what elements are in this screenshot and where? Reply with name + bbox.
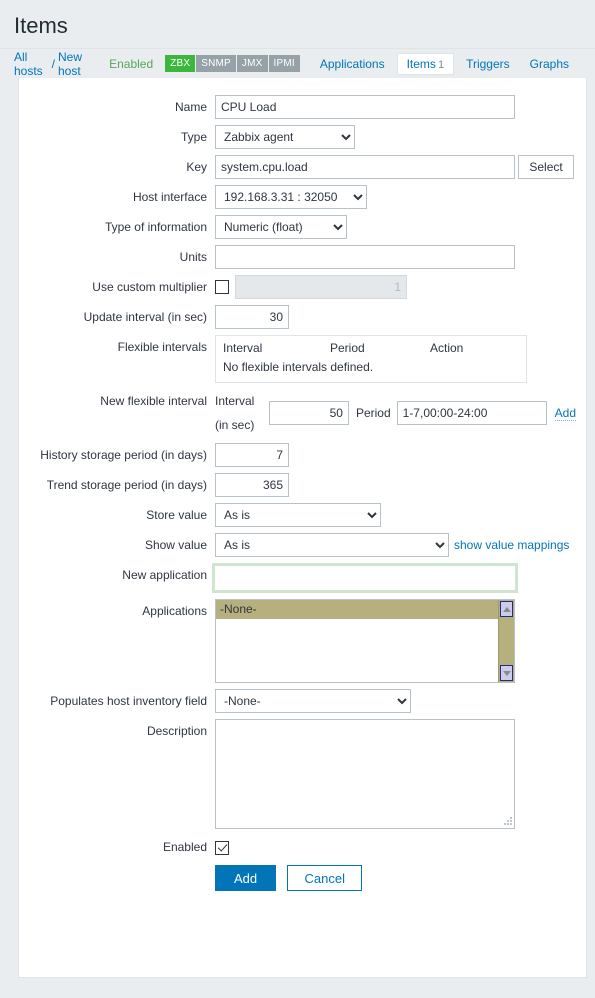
history-storage-input[interactable] bbox=[215, 443, 289, 467]
badge-jmx[interactable]: JMX bbox=[236, 55, 269, 72]
scroll-up-arrow-icon[interactable] bbox=[500, 601, 513, 617]
new-application-input[interactable] bbox=[212, 563, 518, 593]
form-row-type-of-information: Type of information Numeric (float) bbox=[19, 212, 576, 242]
flexible-intervals-header: Interval Period Action bbox=[223, 341, 519, 360]
label-custom-multiplier: Use custom multiplier bbox=[92, 280, 207, 294]
form-row-applications: Applications -None- bbox=[19, 596, 576, 686]
form-row-type: Type Zabbix agent bbox=[19, 122, 576, 152]
form-row-units: Units bbox=[19, 242, 576, 272]
store-value-select[interactable]: As is bbox=[215, 503, 381, 527]
form-row-enabled: Enabled bbox=[19, 832, 576, 862]
badge-snmp[interactable]: SNMP bbox=[196, 55, 237, 72]
item-form: Name Type Zabbix agent Key Select Host i… bbox=[19, 92, 576, 894]
form-row-show-value: Show value As is show value mappings bbox=[19, 530, 576, 560]
breadcrumb-all-hosts[interactable]: All hosts bbox=[14, 50, 48, 78]
form-row-description: Description bbox=[19, 716, 576, 832]
label-enabled: Enabled bbox=[162, 840, 207, 854]
form-row-new-flexible-interval: New flexible interval Interval (in sec) … bbox=[19, 386, 576, 440]
form-row-custom-multiplier: Use custom multiplier bbox=[19, 272, 576, 302]
label-type: Type bbox=[180, 130, 207, 144]
show-value-select[interactable]: As is bbox=[215, 533, 449, 557]
flexible-intervals-table: Interval Period Action No flexible inter… bbox=[215, 335, 527, 383]
interface-badges: ZBX SNMP JMX IPMI bbox=[165, 55, 300, 72]
enabled-checkbox[interactable] bbox=[215, 840, 229, 855]
label-new-application: New application bbox=[122, 568, 207, 582]
breadcrumb-separator: / bbox=[51, 56, 55, 71]
tab-items-label: Items bbox=[406, 56, 436, 71]
flexible-intervals-empty-text: No flexible intervals defined. bbox=[223, 360, 374, 374]
description-textarea[interactable] bbox=[215, 719, 515, 829]
label-applications: Applications bbox=[142, 604, 207, 618]
item-form-panel: Name Type Zabbix agent Key Select Host i… bbox=[18, 78, 587, 978]
column-period: Period bbox=[330, 341, 365, 355]
show-value-mappings-link[interactable]: show value mappings bbox=[454, 538, 569, 552]
label-name: Name bbox=[174, 100, 207, 114]
label-flexible-intervals: Flexible intervals bbox=[117, 340, 207, 354]
column-action: Action bbox=[430, 341, 464, 355]
label-units: Units bbox=[179, 250, 207, 264]
type-of-information-select[interactable]: Numeric (float) bbox=[215, 215, 347, 239]
key-select-button[interactable]: Select bbox=[518, 155, 574, 179]
host-status: Enabled bbox=[109, 56, 154, 71]
label-description: Description bbox=[146, 724, 207, 738]
host-interface-select[interactable]: 192.168.3.31 : 32050 bbox=[215, 185, 367, 209]
submit-button[interactable]: Add bbox=[215, 865, 277, 891]
tab-applications[interactable]: Applications bbox=[312, 53, 393, 75]
form-row-host-interface: Host interface 192.168.3.31 : 32050 bbox=[19, 182, 576, 212]
label-store-value: Store value bbox=[146, 508, 207, 522]
label-host-inventory-field: Populates host inventory field bbox=[50, 694, 207, 708]
form-row-history-storage: History storage period (in days) bbox=[19, 440, 576, 470]
badge-ipmi[interactable]: IPMI bbox=[268, 55, 300, 72]
form-row-buttons: Add Cancel bbox=[19, 862, 576, 894]
form-row-host-inventory-field: Populates host inventory field -None- bbox=[19, 686, 576, 716]
form-row-name: Name bbox=[19, 92, 576, 122]
label-update-interval: Update interval (in sec) bbox=[83, 310, 207, 324]
form-row-flexible-intervals: Flexible intervals Interval Period Actio… bbox=[19, 332, 576, 386]
applications-listbox[interactable]: -None- bbox=[215, 599, 515, 683]
cancel-button[interactable]: Cancel bbox=[287, 865, 362, 891]
tab-graphs[interactable]: Graphs bbox=[522, 53, 577, 75]
form-row-store-value: Store value As is bbox=[19, 500, 576, 530]
trend-storage-input[interactable] bbox=[215, 473, 289, 497]
applications-option-none[interactable]: -None- bbox=[216, 600, 514, 619]
label-new-period: Period bbox=[355, 406, 391, 420]
new-period-input[interactable] bbox=[396, 401, 547, 425]
key-input[interactable] bbox=[215, 155, 515, 179]
label-show-value: Show value bbox=[144, 538, 207, 552]
new-interval-input[interactable] bbox=[268, 401, 349, 425]
form-row-trend-storage: Trend storage period (in days) bbox=[19, 470, 576, 500]
form-row-update-interval: Update interval (in sec) bbox=[19, 302, 576, 332]
applications-scrollbar[interactable] bbox=[498, 600, 514, 682]
label-new-interval-sec: Interval (in sec) bbox=[215, 394, 255, 432]
label-new-flexible-interval: New flexible interval bbox=[100, 394, 207, 408]
host-inventory-field-select[interactable]: -None- bbox=[215, 689, 411, 713]
form-row-new-application: New application bbox=[19, 560, 576, 596]
tab-items[interactable]: Items 1 bbox=[396, 52, 455, 75]
add-flexible-interval-link[interactable]: Add bbox=[554, 406, 576, 421]
breadcrumb: All hosts / New host Enabled ZBX SNMP JM… bbox=[0, 48, 595, 78]
type-select[interactable]: Zabbix agent bbox=[215, 125, 355, 149]
tab-items-count: 1 bbox=[437, 58, 445, 71]
label-host-interface: Host interface bbox=[132, 190, 207, 204]
label-trend-storage: Trend storage period (in days) bbox=[46, 478, 207, 492]
label-history-storage: History storage period (in days) bbox=[40, 448, 207, 462]
form-row-key: Key Select bbox=[19, 152, 576, 182]
tab-triggers[interactable]: Triggers bbox=[458, 53, 518, 75]
breadcrumb-host-name[interactable]: New host bbox=[58, 50, 95, 78]
label-type-of-information: Type of information bbox=[104, 220, 207, 234]
custom-multiplier-checkbox[interactable] bbox=[215, 280, 229, 294]
name-input[interactable] bbox=[215, 95, 515, 119]
badge-zbx[interactable]: ZBX bbox=[165, 55, 197, 72]
scroll-down-arrow-icon[interactable] bbox=[500, 665, 513, 681]
custom-multiplier-input bbox=[235, 275, 407, 299]
page-header: Items bbox=[0, 0, 595, 48]
page-title: Items bbox=[14, 13, 68, 38]
units-input[interactable] bbox=[215, 245, 515, 269]
update-interval-input[interactable] bbox=[215, 305, 289, 329]
label-key: Key bbox=[186, 160, 207, 174]
column-interval: Interval bbox=[223, 341, 263, 355]
